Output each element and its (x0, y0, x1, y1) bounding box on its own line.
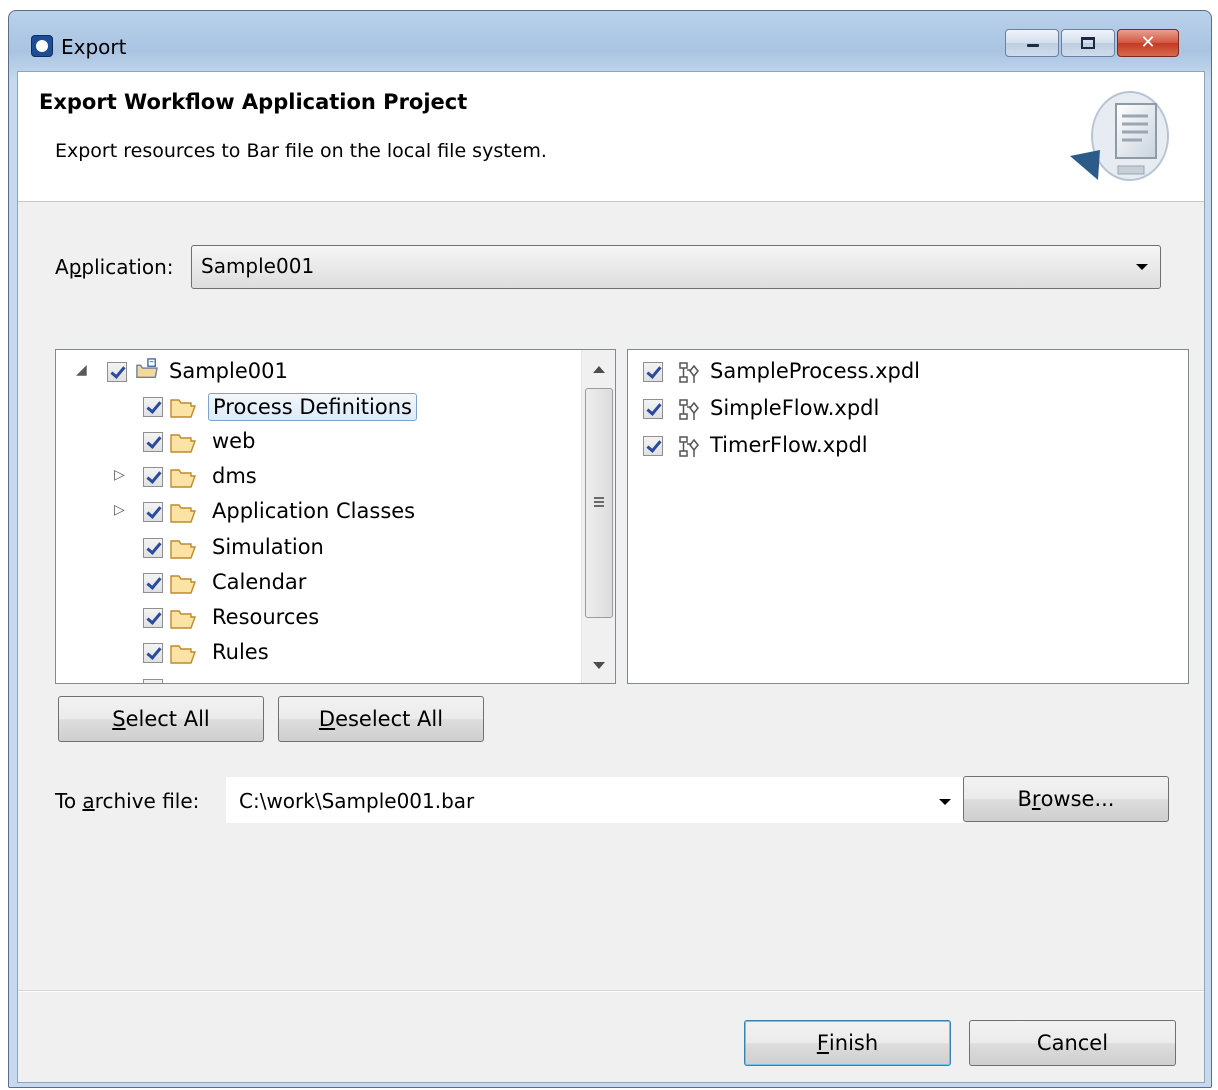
tree-item-checkbox[interactable] (143, 573, 163, 593)
file-item-timerflow[interactable]: TimerFlow.xpdl (628, 429, 1168, 465)
tree-vertical-scrollbar[interactable] (581, 350, 615, 683)
scroll-down-arrow-icon[interactable] (593, 662, 605, 669)
tree-item-web[interactable]: web (56, 425, 576, 459)
tree-item-process-definitions[interactable]: Process Definitions (56, 390, 576, 424)
application-label: Application: (55, 255, 174, 279)
tree-root-label: Sample001 (169, 359, 288, 383)
project-folder-icon (136, 358, 158, 378)
archive-file-value: C:\work\Sample001.bar (239, 789, 475, 813)
file-item-label: TimerFlow.xpdl (710, 433, 868, 457)
select-all-button[interactable]: Select All (58, 696, 264, 742)
tree-item-checkbox[interactable] (143, 608, 163, 628)
file-item-simpleflow[interactable]: SimpleFlow.xpdl (628, 392, 1168, 428)
tree-item-label: Rules (212, 640, 269, 664)
maximize-icon (1081, 37, 1095, 49)
file-item-sampleprocess[interactable]: SampleProcess.xpdl (628, 355, 1168, 391)
tree-item-label: Process Definitions (208, 393, 417, 421)
dialog-client-area: Export Workflow Application Project Expo… (17, 71, 1205, 1083)
file-item-label: SimpleFlow.xpdl (710, 396, 880, 420)
finish-button[interactable]: Finish (744, 1020, 951, 1066)
tree-item-label: Simulation (212, 535, 324, 559)
close-icon: ✕ (1140, 32, 1156, 53)
workflow-icon (679, 399, 699, 420)
folder-icon (170, 399, 196, 418)
folder-icon (170, 575, 196, 594)
deselect-all-button[interactable]: Deselect All (278, 696, 484, 742)
window-title: Export (61, 35, 127, 59)
tree-item-partial[interactable] (56, 672, 576, 683)
tree-item-checkbox[interactable] (143, 643, 163, 663)
tree-item-checkbox[interactable] (143, 679, 163, 683)
folder-icon (170, 540, 196, 559)
wizard-page-title: Export Workflow Application Project (39, 90, 468, 114)
title-bar[interactable]: Export ✕ (9, 11, 1211, 71)
file-item-checkbox[interactable] (643, 399, 663, 419)
cancel-button[interactable]: Cancel (969, 1020, 1176, 1066)
maximize-button[interactable] (1061, 29, 1115, 57)
archive-file-combo[interactable]: C:\work\Sample001.bar (226, 777, 966, 823)
file-item-checkbox[interactable] (643, 436, 663, 456)
resource-tree[interactable]: ◢ Sample001 Process Definitions web ▷ dm… (55, 349, 616, 684)
tree-item-resources[interactable]: Resources (56, 601, 576, 635)
close-button[interactable]: ✕ (1117, 29, 1179, 57)
export-dialog-window: Export ✕ Export Workflow Application Pro… (8, 10, 1212, 1088)
tree-item-label: Resources (212, 605, 320, 629)
tree-item-calendar[interactable]: Calendar (56, 566, 576, 600)
wizard-page-description: Export resources to Bar file on the loca… (55, 140, 547, 162)
tree-item-checkbox[interactable] (143, 432, 163, 452)
export-wizard-icon (1070, 91, 1169, 181)
tree-item-label: dms (212, 464, 257, 488)
tree-item-label: Application Classes (212, 499, 416, 523)
workflow-icon (679, 362, 699, 383)
tree-item-checkbox[interactable] (143, 397, 163, 417)
scrollbar-thumb[interactable] (585, 388, 613, 618)
folder-icon (170, 434, 196, 453)
tree-item-checkbox[interactable] (143, 467, 163, 487)
file-item-label: SampleProcess.xpdl (710, 359, 920, 383)
tree-item-rules[interactable]: Rules (56, 636, 576, 670)
chevron-down-icon[interactable] (939, 799, 951, 805)
app-icon (31, 35, 53, 57)
archive-file-label: To archive file: (55, 789, 200, 813)
tree-item-application-classes[interactable]: ▷ Application Classes (56, 495, 576, 529)
minimize-icon (1027, 44, 1039, 47)
minimize-button[interactable] (1005, 29, 1059, 57)
folder-icon (170, 610, 196, 629)
tree-root-row[interactable]: ◢ Sample001 (56, 355, 576, 389)
application-combo-value: Sample001 (201, 254, 315, 278)
application-combo[interactable]: Sample001 (191, 245, 1161, 289)
expand-triangle-icon[interactable]: ▷ (114, 468, 128, 482)
file-item-checkbox[interactable] (643, 362, 663, 382)
collapse-triangle-icon[interactable]: ◢ (76, 363, 90, 377)
tree-item-dms[interactable]: ▷ dms (56, 460, 576, 494)
tree-item-checkbox[interactable] (143, 502, 163, 522)
scroll-up-arrow-icon[interactable] (593, 366, 605, 373)
tree-item-simulation[interactable]: Simulation (56, 531, 576, 565)
folder-icon (170, 469, 196, 488)
expand-triangle-icon[interactable]: ▷ (114, 503, 128, 517)
folder-icon (170, 645, 196, 664)
browse-button[interactable]: Browse... (963, 776, 1169, 822)
tree-item-checkbox[interactable] (143, 538, 163, 558)
wizard-banner: Export Workflow Application Project Expo… (18, 72, 1204, 202)
folder-icon (170, 504, 196, 523)
grip-icon (594, 497, 604, 499)
file-list[interactable]: SampleProcess.xpdl SimpleFlow.xpdl Timer… (627, 349, 1189, 684)
footer-separator (18, 990, 1204, 992)
chevron-down-icon[interactable] (1136, 264, 1148, 270)
tree-item-label: Calendar (212, 570, 307, 594)
tree-root-checkbox[interactable] (107, 362, 127, 382)
tree-item-label: web (212, 429, 256, 453)
workflow-icon (679, 436, 699, 457)
